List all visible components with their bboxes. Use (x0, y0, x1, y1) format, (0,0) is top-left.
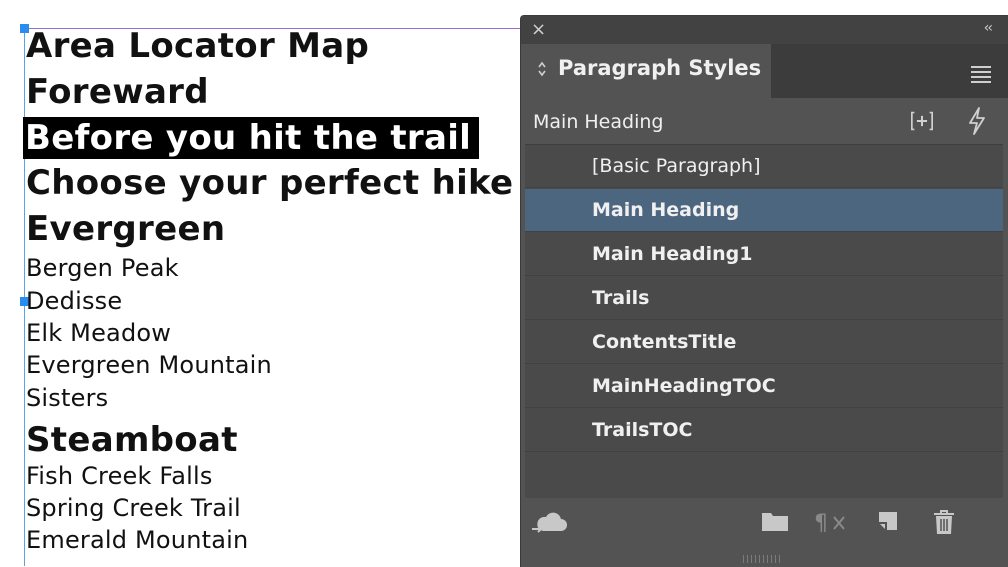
list-item[interactable]: Trails (525, 277, 1003, 320)
cc-library-icon[interactable] (531, 509, 569, 537)
doc-heading[interactable]: Area Locator Map (26, 24, 513, 70)
list-item[interactable]: ContentsTitle (525, 321, 1003, 364)
expand-collapse-icon[interactable] (537, 60, 547, 78)
clear-overrides-icon[interactable]: ¶ (814, 509, 852, 535)
close-icon[interactable]: × (531, 19, 546, 40)
trash-icon[interactable] (932, 509, 956, 535)
selected-text[interactable]: Before you hit the trail (23, 117, 480, 160)
text-frame[interactable]: Area Locator Map Foreward Before you hit… (23, 24, 513, 557)
style-label: Trails (592, 287, 650, 309)
doc-heading[interactable]: Foreward (26, 70, 513, 116)
list-item[interactable]: TrailsTOC (525, 409, 1003, 452)
panel-bottom-toolbar: ¶ (521, 499, 1008, 549)
doc-trail[interactable]: Elk Meadow (26, 317, 513, 349)
current-style-label: Main Heading (533, 111, 664, 133)
create-style-icon[interactable] (911, 110, 933, 132)
style-label: MainHeadingTOC (592, 375, 776, 397)
doc-trail[interactable]: Spring Creek Trail (26, 492, 513, 524)
doc-trail[interactable]: Fish Creek Falls (26, 460, 513, 492)
doc-trail[interactable]: Emerald Mountain (26, 524, 513, 556)
style-label: Main Heading (592, 199, 740, 221)
list-item[interactable]: MainHeadingTOC (525, 365, 1003, 408)
collapse-icon[interactable]: ‹‹ (984, 20, 993, 36)
doc-heading[interactable]: Steamboat (26, 420, 513, 460)
panel-menu-icon[interactable] (971, 66, 991, 86)
resize-grip[interactable] (743, 555, 783, 563)
doc-heading[interactable]: Choose your perfect hike (26, 161, 513, 207)
panel-tab-bar: Paragraph Styles (521, 44, 1008, 98)
current-style-row: Main Heading (521, 98, 1008, 144)
paragraph-styles-panel: × ‹‹ Paragraph Styles Main Heading [Basi… (520, 15, 1008, 567)
style-label: TrailsTOC (592, 419, 693, 441)
list-item[interactable]: Main Heading1 (525, 233, 1003, 276)
list-item[interactable]: [Basic Paragraph] (525, 145, 1003, 188)
doc-trail[interactable]: Dedisse (26, 285, 513, 317)
tab-paragraph-styles[interactable]: Paragraph Styles (521, 44, 771, 98)
style-label: ContentsTitle (592, 331, 737, 353)
doc-heading[interactable]: Evergreen (26, 207, 513, 253)
folder-icon[interactable] (761, 509, 789, 533)
svg-text:¶: ¶ (814, 511, 828, 535)
doc-trail[interactable]: Bergen Peak (26, 252, 513, 284)
style-label: Main Heading1 (592, 243, 753, 265)
style-label: [Basic Paragraph] (592, 155, 761, 177)
style-list: [Basic Paragraph] Main Heading Main Head… (525, 144, 1003, 498)
lightning-icon[interactable] (967, 107, 987, 135)
doc-trail[interactable]: Evergreen Mountain (26, 349, 513, 381)
doc-trail[interactable]: Sisters (26, 382, 513, 414)
new-style-icon[interactable] (876, 509, 900, 533)
tab-label: Paragraph Styles (558, 56, 762, 80)
list-item-selected[interactable]: Main Heading (525, 189, 1003, 232)
panel-title-bar[interactable]: × ‹‹ (521, 16, 1008, 44)
